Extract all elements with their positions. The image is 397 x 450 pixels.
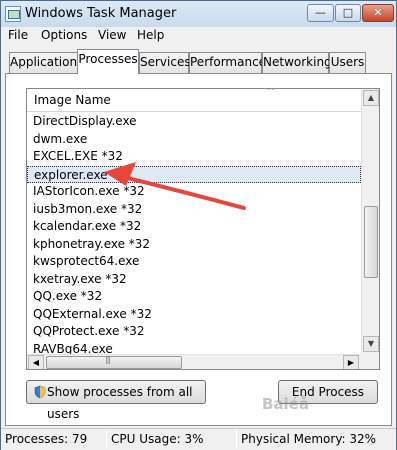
menu-bar: File Options View Help (1, 27, 396, 45)
process-rows: DirectDisplay.exe dwm.exe EXCEL.EXE *32 exp… (27, 113, 361, 358)
close-button[interactable]: ✕ (362, 4, 394, 22)
menu-file[interactable]: File (8, 28, 28, 42)
horizontal-scrollbar[interactable]: ◀ ▶ (27, 354, 361, 369)
vertical-scrollbar[interactable]: ▲ ▼ (361, 89, 379, 354)
processes-panel: Image Name ^ DirectDisplay.exe dwm.exe EXC… (5, 73, 392, 426)
uac-shield-icon (34, 385, 46, 399)
column-header-label: Image Name (34, 93, 111, 107)
status-bar: Processes: 79 CPU Usage: 3% Physical Mem… (1, 428, 396, 450)
list-item[interactable]: DirectDisplay.exe (27, 113, 361, 131)
scroll-down-icon[interactable]: ▼ (363, 336, 379, 352)
scroll-left-icon[interactable]: ◀ (28, 355, 44, 369)
scrollbar-corner (361, 354, 379, 369)
show-all-users-label: Show processes from all users (47, 385, 193, 421)
status-separator (106, 430, 107, 448)
list-item[interactable]: kcalendar.exe *32 (27, 218, 361, 236)
list-item[interactable]: kxetray.exe *32 (27, 271, 361, 289)
window-title: Windows Task Manager (25, 6, 177, 21)
list-item[interactable]: IAStorIcon.exe *32 (27, 183, 361, 201)
task-manager-icon (5, 6, 21, 22)
main-content: Applications Processes Services Performa… (1, 45, 396, 428)
list-item[interactable]: EXCEL.EXE *32 (27, 148, 361, 166)
list-item-selected[interactable]: explorer.exe (27, 165, 361, 183)
list-item[interactable]: kwsprotect64.exe (27, 253, 361, 271)
tab-processes[interactable]: Processes (77, 49, 139, 74)
horizontal-scroll-thumb[interactable] (46, 355, 182, 369)
scroll-up-icon[interactable]: ▲ (363, 90, 379, 106)
task-manager-window: Windows Task Manager — □ ✕ File Options … (0, 0, 397, 450)
tab-services[interactable]: Services (139, 52, 191, 73)
list-item[interactable]: iusb3mon.exe *32 (27, 201, 361, 219)
list-item[interactable]: dwm.exe (27, 131, 361, 149)
tab-networking[interactable]: Networking (262, 52, 332, 73)
menu-view[interactable]: View (98, 28, 126, 42)
status-cpu-usage: CPU Usage: 3% (111, 432, 204, 446)
menu-help[interactable]: Help (137, 28, 164, 42)
vertical-scroll-thumb[interactable] (364, 206, 378, 278)
minimize-button[interactable]: — (307, 4, 334, 22)
status-physical-memory: Physical Memory: 32% (241, 432, 377, 446)
sort-ascending-icon: ^ (267, 88, 275, 97)
menu-options[interactable]: Options (41, 28, 87, 42)
tab-applications[interactable]: Applications (9, 52, 83, 73)
column-header-image-name[interactable]: Image Name ^ (27, 89, 361, 112)
list-item[interactable]: QQExternal.exe *32 (27, 306, 361, 324)
status-separator (236, 430, 237, 448)
show-all-users-button[interactable]: Show processes from all users (26, 380, 206, 421)
title-bar[interactable]: Windows Task Manager — □ ✕ (1, 1, 396, 27)
tab-performance[interactable]: Performance (189, 52, 266, 73)
list-item[interactable]: QQProtect.exe *32 (27, 323, 361, 341)
status-processes: Processes: 79 (5, 432, 88, 446)
process-list[interactable]: Image Name ^ DirectDisplay.exe dwm.exe EXC… (26, 88, 380, 370)
list-item[interactable]: QQ.exe *32 (27, 288, 361, 306)
list-item[interactable]: kphonetray.exe *32 (27, 236, 361, 254)
watermark: Baiéå (262, 395, 309, 413)
tab-users[interactable]: Users (329, 52, 366, 73)
scroll-right-icon[interactable]: ▶ (343, 355, 359, 369)
maximize-button[interactable]: □ (335, 4, 361, 22)
